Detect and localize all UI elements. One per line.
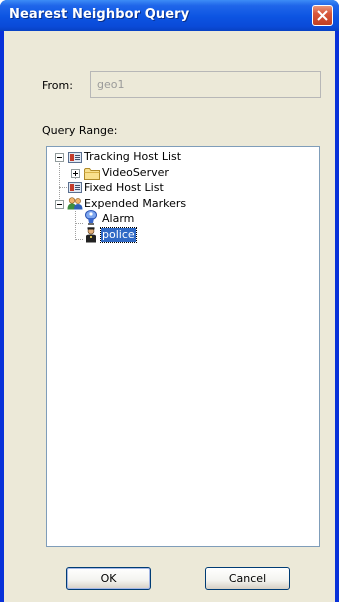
- tree-connector: [75, 239, 83, 240]
- tree-item-expended-markers[interactable]: Expended Markers: [84, 197, 186, 211]
- expand-toggle-tracking-host-list[interactable]: [55, 153, 64, 162]
- expand-toggle-expended-markers[interactable]: [55, 200, 64, 209]
- dialog-client-area: From: geo1 Query Range: Tracking Host Li: [4, 31, 335, 602]
- tree-item-video-server[interactable]: VideoServer: [102, 166, 169, 180]
- host-list-icon: [68, 152, 82, 163]
- alarm-icon: [85, 210, 97, 225]
- ok-button[interactable]: OK: [66, 567, 151, 590]
- expand-toggle-video-server[interactable]: [71, 169, 80, 178]
- title-bar[interactable]: Nearest Neighbor Query: [0, 0, 339, 31]
- query-range-tree[interactable]: Tracking Host List VideoServer Fixed Hos…: [46, 146, 320, 547]
- tree-item-alarm[interactable]: Alarm: [102, 212, 134, 226]
- close-button[interactable]: [312, 5, 333, 26]
- tree-item-fixed-host-list[interactable]: Fixed Host List: [84, 181, 164, 195]
- close-icon: [317, 10, 328, 21]
- cancel-button[interactable]: Cancel: [205, 567, 290, 590]
- from-field[interactable]: geo1: [90, 71, 321, 98]
- host-list-icon: [68, 182, 82, 193]
- tree-item-tracking-host-list[interactable]: Tracking Host List: [84, 150, 181, 164]
- dialog-window: Nearest Neighbor Query From: geo1 Query …: [0, 0, 339, 602]
- group-markers-icon: [67, 197, 83, 210]
- query-range-label: Query Range:: [42, 124, 118, 137]
- from-label: From:: [42, 79, 73, 92]
- tree-connector: [75, 211, 76, 240]
- window-title: Nearest Neighbor Query: [9, 7, 190, 22]
- police-icon: [86, 227, 96, 243]
- tree-connector: [75, 223, 83, 224]
- folder-icon: [84, 168, 100, 180]
- tree-item-police[interactable]: police: [100, 227, 137, 243]
- window-border-right: [335, 31, 339, 602]
